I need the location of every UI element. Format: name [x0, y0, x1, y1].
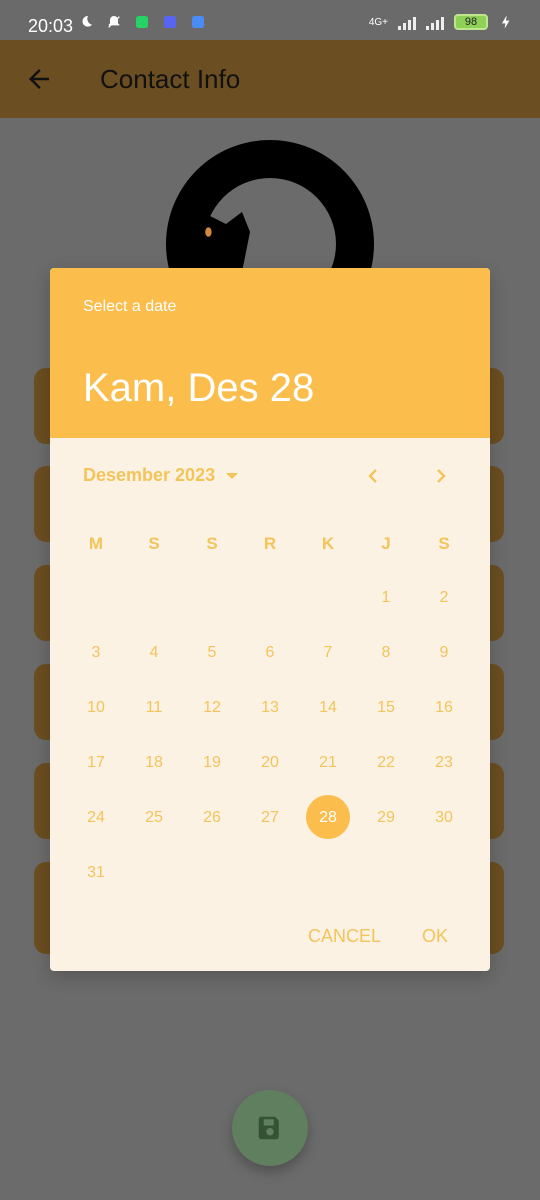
- bell-off-icon: [108, 16, 120, 28]
- app-icon: [192, 16, 204, 28]
- calendar-day[interactable]: 27: [250, 802, 290, 834]
- calendar-day[interactable]: 2: [424, 582, 464, 614]
- weekday-label: J: [381, 534, 391, 553]
- calendar-day[interactable]: 10: [76, 692, 116, 724]
- calendar-day[interactable]: 20: [250, 747, 290, 779]
- calendar-day[interactable]: 30: [424, 802, 464, 834]
- date-picker-dialog: Select a date Kam, Des 28 Desember 2023 …: [50, 268, 490, 971]
- calendar-day[interactable]: 7: [308, 637, 348, 669]
- dropdown-icon: [226, 472, 239, 479]
- calendar-day[interactable]: 24: [76, 802, 116, 834]
- signal-icon-2: [426, 14, 444, 30]
- calendar-day[interactable]: 8: [366, 637, 406, 669]
- battery-indicator: 98: [454, 14, 488, 30]
- month-selector[interactable]: Desember 2023: [83, 465, 239, 486]
- calendar-day[interactable]: 18: [134, 747, 174, 779]
- calendar-day[interactable]: 4: [134, 637, 174, 669]
- calendar-day[interactable]: 13: [250, 692, 290, 724]
- battery-level: 98: [464, 16, 478, 28]
- calendar-day[interactable]: 5: [192, 637, 232, 669]
- charging-icon: [502, 15, 510, 29]
- calendar-day[interactable]: 17: [76, 747, 116, 779]
- calendar-day[interactable]: 23: [424, 747, 464, 779]
- discord-icon: [164, 16, 176, 28]
- calendar-day[interactable]: 19: [192, 747, 232, 779]
- calendar-day[interactable]: 12: [192, 692, 232, 724]
- next-month-icon[interactable]: [432, 468, 448, 484]
- ok-button[interactable]: OK: [422, 926, 448, 947]
- save-fab[interactable]: [232, 1090, 308, 1166]
- calendar-day[interactable]: 14: [308, 692, 348, 724]
- calendar-day[interactable]: 3: [76, 637, 116, 669]
- dialog-header-label: Select a date: [83, 298, 177, 315]
- status-icons-right: 4G+ 98: [369, 14, 514, 30]
- status-time: 20:03: [28, 16, 74, 36]
- status-bar: 20:03 4G+ 98: [0, 0, 540, 40]
- calendar-day[interactable]: 25: [134, 802, 174, 834]
- calendar-day[interactable]: 26: [192, 802, 232, 834]
- signal-icon: [398, 14, 416, 30]
- calendar-day[interactable]: 29: [366, 802, 406, 834]
- prev-month-icon[interactable]: [366, 468, 382, 484]
- back-arrow-icon[interactable]: [24, 64, 54, 94]
- calendar-day[interactable]: 11: [134, 692, 174, 724]
- calendar-day[interactable]: 6: [250, 637, 290, 669]
- weekday-label: R: [263, 534, 277, 553]
- status-icons-left: [78, 14, 206, 30]
- app-bar: Contact Info: [0, 40, 540, 118]
- calendar-day[interactable]: 16: [424, 692, 464, 724]
- save-icon: [258, 1116, 279, 1140]
- weekday-label: S: [148, 534, 160, 553]
- calendar-day[interactable]: 9: [424, 637, 464, 669]
- calendar-day[interactable]: 1: [366, 582, 406, 614]
- weekday-label: S: [438, 534, 450, 553]
- cancel-button[interactable]: CANCEL: [308, 926, 381, 947]
- moon-icon: [82, 15, 92, 27]
- whatsapp-icon: [136, 16, 148, 28]
- calendar-day[interactable]: 15: [366, 692, 406, 724]
- weekday-label: K: [321, 534, 335, 553]
- network-label: 4G+: [368, 16, 388, 28]
- weekday-label: M: [88, 534, 104, 553]
- calendar-day[interactable]: 31: [76, 857, 116, 889]
- calendar-day[interactable]: 22: [366, 747, 406, 779]
- calendar-day[interactable]: 21: [308, 747, 348, 779]
- dialog-header: Select a date Kam, Des 28: [50, 268, 490, 438]
- page-title: Contact Info: [100, 64, 241, 94]
- selected-date-text: Kam, Des 28: [83, 366, 315, 410]
- calendar-day-selected[interactable]: 28: [308, 802, 348, 834]
- month-label: Desember 2023: [83, 465, 216, 485]
- weekday-label: S: [206, 534, 218, 553]
